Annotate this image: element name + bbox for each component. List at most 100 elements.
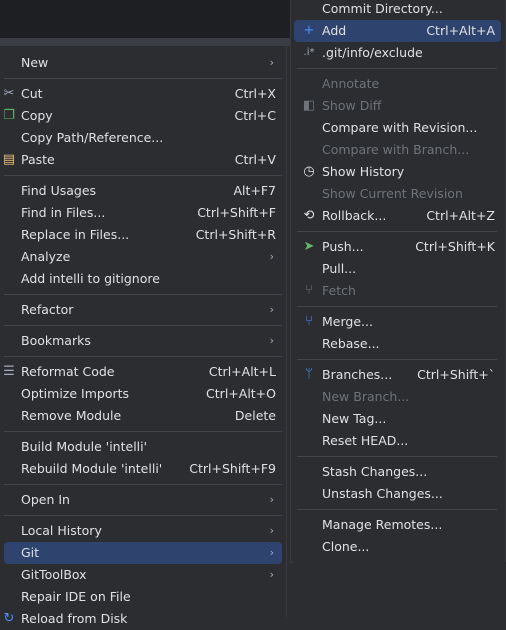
menu-item-label: Push... [322,239,364,254]
menu-item-optimize-imports[interactable]: Optimize Imports Ctrl+Alt+O [4,383,282,405]
menu-shortcut: Ctrl+Alt+Z [426,208,495,223]
menu-item-label: Build Module 'intelli' [21,439,148,454]
menu-shortcut: Ctrl+Alt+A [426,23,495,38]
chevron-right-icon: › [269,250,274,263]
menu-item-label: Bookmarks [21,333,91,348]
push-icon: ➤ [303,239,315,254]
menu-shortcut: Alt+F7 [233,183,276,198]
menu-item-fetch[interactable]: ⑂ Fetch [294,280,501,302]
menu-item-label: Optimize Imports [21,386,130,401]
menu-item-label: Fetch [322,283,356,298]
menu-item-new-tag[interactable]: New Tag... [294,408,501,430]
menu-item-add-to-gitignore[interactable]: Add intelli to gitignore [4,268,282,290]
menu-item-copy[interactable]: ❐ Copy Ctrl+C [3,105,282,127]
chevron-right-icon: › [269,303,274,316]
menu-separator [297,509,497,510]
menu-item-label: Pull... [322,261,357,276]
menu-separator [297,456,497,457]
menu-shortcut: Ctrl+V [234,152,276,167]
menu-item-add[interactable]: + Add Ctrl+Alt+A [294,20,501,42]
copy-icon: ❐ [3,108,15,123]
menu-item-label: Annotate [322,76,380,91]
menu-item-unstash-changes[interactable]: Unstash Changes... [294,483,501,505]
menu-item-branches[interactable]: ᛘ Branches... Ctrl+Shift+` [294,364,501,386]
menu-item-manage-remotes[interactable]: Manage Remotes... [294,514,501,536]
menu-item-label: Find in Files... [21,205,106,220]
menu-separator [4,294,282,295]
menu-item-copy-path[interactable]: Copy Path/Reference... [4,127,282,149]
menu-item-git[interactable]: Git › [4,542,282,564]
menu-item-repair-ide[interactable]: Repair IDE on File [4,586,282,608]
clipboard-icon: ▤ [2,152,16,167]
menu-item-stash-changes[interactable]: Stash Changes... [294,461,501,483]
menu-item-analyze[interactable]: Analyze › [4,246,282,268]
menu-item-reset-head[interactable]: Reset HEAD... [294,430,501,452]
menu-shortcut: Ctrl+Shift+F [197,205,276,220]
menu-item-build-module[interactable]: Build Module 'intelli' [4,436,282,458]
menu-item-open-in[interactable]: Open In › [4,489,282,511]
menu-item-label: Manage Remotes... [322,517,443,532]
menu-item-label: Cut [21,86,43,101]
menu-item-label: Git [21,545,40,560]
menu-separator [4,515,282,516]
menu-separator [4,78,282,79]
history-icon: ◷ [303,164,315,179]
menu-item-label: Find Usages [21,183,97,198]
menu-item-new[interactable]: New › [4,52,282,74]
menu-separator [297,306,497,307]
menu-shortcut: Ctrl+Shift+` [417,367,495,382]
menu-item-find-in-files[interactable]: Find in Files... Ctrl+Shift+F [4,202,282,224]
menu-item-show-diff[interactable]: ◧ Show Diff [294,95,501,117]
menu-item-show-history[interactable]: ◷ Show History [294,161,501,183]
menu-item-label: Rebase... [322,336,380,351]
menu-shortcut: Ctrl+Alt+O [206,386,276,401]
menu-item-new-branch[interactable]: New Branch... [294,386,501,408]
editor-tab-underline [0,38,290,46]
menu-item-merge[interactable]: ⑂ Merge... [294,311,501,333]
menu-item-rollback[interactable]: ⟲ Rollback... Ctrl+Alt+Z [294,205,501,227]
menu-item-reformat-code[interactable]: ☰ Reformat Code Ctrl+Alt+L [3,361,282,383]
scissors-icon: ✂ [3,86,15,101]
menu-item-label: Rebuild Module 'intelli' [21,461,163,476]
menu-item-compare-branch[interactable]: Compare with Branch... [294,139,501,161]
menu-item-label: Reformat Code [21,364,115,379]
menu-shortcut: Delete [234,408,276,423]
menu-shortcut: Ctrl+Alt+L [208,364,276,379]
menu-item-cut[interactable]: ✂ Cut Ctrl+X [4,83,282,105]
merge-icon: ⑂ [305,314,313,329]
git-submenu: Commit Directory... + Add Ctrl+Alt+A .i*… [290,0,506,563]
menu-item-gittoolbox[interactable]: GitToolBox › [4,564,282,586]
menu-item-label: Reload from Disk [21,611,128,626]
menu-item-label: GitToolBox [21,567,87,582]
menu-item-find-usages[interactable]: Find Usages Alt+F7 [4,180,282,202]
diff-icon: ◧ [302,98,316,113]
chevron-right-icon: › [269,493,274,506]
menu-item-label: Reset HEAD... [322,433,409,448]
menu-item-git-exclude[interactable]: .i* .git/info/exclude [294,42,501,64]
menu-separator [4,325,282,326]
menu-item-show-current-revision[interactable]: Show Current Revision [294,183,501,205]
chevron-right-icon: › [269,546,274,559]
chevron-right-icon: › [269,334,274,347]
menu-item-compare-revision[interactable]: Compare with Revision... [294,117,501,139]
menu-item-push[interactable]: ➤ Push... Ctrl+Shift+K [294,236,501,258]
menu-item-paste[interactable]: ▤ Paste Ctrl+V [2,149,282,171]
menu-item-rebuild-module[interactable]: Rebuild Module 'intelli' Ctrl+Shift+F9 [4,458,282,480]
menu-item-remove-module[interactable]: Remove Module Delete [4,405,282,427]
background-panel [293,562,506,617]
menu-item-refactor[interactable]: Refactor › [4,299,282,321]
menu-item-commit-directory[interactable]: Commit Directory... [294,0,501,20]
menu-item-label: Refactor [21,302,74,317]
menu-item-label: Show History [322,164,405,179]
menu-item-local-history[interactable]: Local History › [4,520,282,542]
menu-item-pull[interactable]: Pull... [294,258,501,280]
menu-item-annotate[interactable]: Annotate [294,73,501,95]
menu-item-label: New Branch... [322,389,410,404]
menu-item-label: Stash Changes... [322,464,428,479]
menu-item-clone[interactable]: Clone... [294,536,501,558]
chevron-right-icon: › [269,524,274,537]
menu-item-bookmarks[interactable]: Bookmarks › [4,330,282,352]
menu-item-replace-in-files[interactable]: Replace in Files... Ctrl+Shift+R [4,224,282,246]
menu-item-rebase[interactable]: Rebase... [294,333,501,355]
menu-item-reload-from-disk[interactable]: ↻ Reload from Disk [4,608,282,630]
